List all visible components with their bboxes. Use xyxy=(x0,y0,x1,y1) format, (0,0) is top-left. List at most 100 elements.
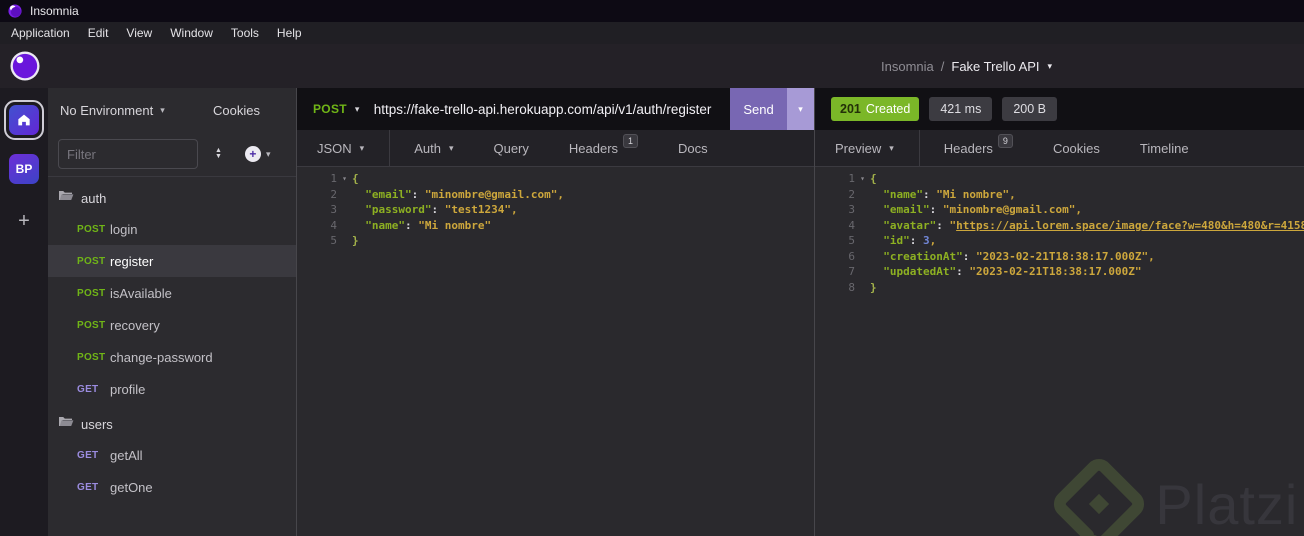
line-number: 2 xyxy=(848,187,855,201)
sort-icon[interactable]: ▲ ▼ xyxy=(215,147,222,160)
code-line: 5} xyxy=(297,233,814,249)
request-item-login[interactable]: POST login xyxy=(48,213,296,245)
code-line: 3 "email": "minombre@gmail.com", xyxy=(815,202,1304,218)
line-number: 4 xyxy=(848,218,855,232)
request-item-recovery[interactable]: POST recovery xyxy=(48,309,296,341)
fold-icon xyxy=(337,233,352,249)
method-tag: POST xyxy=(77,351,106,363)
line-number: 2 xyxy=(330,187,337,201)
folder-label: users xyxy=(81,416,113,432)
code-text: "updatedAt": "2023-02-21T18:38:17.000Z" xyxy=(883,265,1142,278)
line-number: 8 xyxy=(848,280,855,294)
fold-icon[interactable]: ▾ xyxy=(337,171,352,187)
add-workspace-button[interactable]: + xyxy=(18,210,30,233)
tab-preview[interactable]: Preview ▾ xyxy=(815,130,920,166)
environment-selector[interactable]: No Environment ▾ xyxy=(60,103,165,118)
menu-item-application[interactable]: Application xyxy=(2,22,79,44)
tab-timeline[interactable]: Timeline xyxy=(1120,130,1209,166)
send-button[interactable]: Send xyxy=(730,88,787,130)
code-line: 3 "password": "test1234", xyxy=(297,202,814,218)
code-line: 4 "name": "Mi nombre" xyxy=(297,218,814,234)
request-item-change-password[interactable]: POST change-password xyxy=(48,341,296,373)
cookies-link[interactable]: Cookies xyxy=(213,103,260,118)
home-icon xyxy=(16,112,32,128)
home-button[interactable] xyxy=(4,100,44,140)
fold-icon xyxy=(337,202,352,218)
menu-item-tools[interactable]: Tools xyxy=(222,22,268,44)
request-item-register[interactable]: POST register xyxy=(48,245,296,277)
send-options-button[interactable]: ▾ xyxy=(787,88,814,130)
response-body-viewer[interactable]: Platzi 1 ▾{2 "name": "Mi nombre", 3 "email… xyxy=(815,167,1304,536)
menu-item-view[interactable]: View xyxy=(117,22,161,44)
status-text: Created xyxy=(865,102,911,116)
code-line: 8} xyxy=(815,280,1304,296)
folder-open-icon xyxy=(58,415,74,433)
method-tag: POST xyxy=(77,319,106,331)
app-header: Insomnia / Fake Trello API ▾ xyxy=(0,44,1304,88)
menu-item-window[interactable]: Window xyxy=(161,22,222,44)
tab-label: Auth xyxy=(414,140,441,156)
watermark-text: Platzi xyxy=(1155,472,1299,536)
sidebar: No Environment ▾ Cookies ▲▼ + ▾ auth POST… xyxy=(48,88,297,536)
plus-icon: + xyxy=(244,146,261,162)
tab-label: JSON xyxy=(317,140,352,156)
filter-input[interactable] xyxy=(58,139,198,169)
tab-label: Query xyxy=(493,140,529,156)
line-number: 5 xyxy=(330,234,337,247)
request-item-getone[interactable]: GET getOne xyxy=(48,471,296,503)
request-body-editor[interactable]: 1 ▾{2 "email": "minombre@gmail.com", 3 "pa… xyxy=(297,167,814,536)
tab-headers[interactable]: Headers 1 xyxy=(549,130,658,166)
fold-icon[interactable]: ▾ xyxy=(855,171,870,187)
request-item-profile[interactable]: GET profile xyxy=(48,373,296,405)
fold-icon xyxy=(855,187,870,203)
folder-auth[interactable]: auth xyxy=(48,183,296,213)
code-line: 6 "creationAt": "2023-02-21T18:38:17.000… xyxy=(815,249,1304,265)
chevron-down-icon: ▾ xyxy=(448,142,454,153)
chevron-down-icon: ▾ xyxy=(889,142,894,153)
method-tag: GET xyxy=(77,449,99,461)
chevron-down-icon[interactable]: ▾ xyxy=(1048,61,1053,72)
platzi-logo-icon xyxy=(1053,458,1145,536)
chevron-down-icon: ▾ xyxy=(354,103,360,114)
menu-item-help[interactable]: Help xyxy=(268,22,311,44)
code-text: "email": "minombre@gmail.com", xyxy=(365,187,564,201)
create-request-button[interactable]: + ▾ xyxy=(244,146,270,162)
url-input[interactable]: https://fake-trello-api.herokuapp.com/ap… xyxy=(374,102,730,117)
method-tag: POST xyxy=(77,287,106,299)
chevron-down-icon: ▾ xyxy=(160,104,165,115)
fold-icon xyxy=(855,280,870,296)
code-line: 4 "avatar": "https://api.lorem.space/ima… xyxy=(815,218,1304,234)
code-text: "id": 3, xyxy=(883,234,937,247)
method-selector[interactable]: POST ▾ xyxy=(297,102,374,116)
menu-item-edit[interactable]: Edit xyxy=(79,22,118,44)
method-label: POST xyxy=(313,102,347,116)
folder-users[interactable]: users xyxy=(48,409,296,439)
tab-cookies[interactable]: Cookies xyxy=(1033,130,1120,166)
request-item-getall[interactable]: GET getAll xyxy=(48,439,296,471)
platzi-watermark: Platzi xyxy=(1053,458,1298,536)
tab-json[interactable]: JSON ▾ xyxy=(297,130,391,166)
request-name: isAvailable xyxy=(110,285,172,301)
method-tag: GET xyxy=(77,481,99,493)
code-line: 5 "id": 3, xyxy=(815,233,1304,249)
tab-label: Preview xyxy=(835,140,882,156)
breadcrumb-workspace[interactable]: Insomnia xyxy=(881,59,934,74)
code-text: { xyxy=(870,172,877,185)
request-panel: POST ▾ https://fake-trello-api.herokuapp… xyxy=(297,88,815,536)
response-time-badge: 421 ms xyxy=(929,97,993,121)
request-item-isavailable[interactable]: POST isAvailable xyxy=(48,277,296,309)
request-name: recovery xyxy=(110,317,160,333)
tab-headers[interactable]: Headers 9 xyxy=(924,130,1033,166)
chevron-down-icon: ▾ xyxy=(359,142,365,153)
response-status-bar: 201 Created 421 ms 200 B xyxy=(815,88,1304,130)
tab-docs[interactable]: Docs xyxy=(658,130,728,166)
tab-query[interactable]: Query xyxy=(473,130,548,166)
environment-label: No Environment xyxy=(60,102,154,118)
avatar[interactable]: BP xyxy=(9,154,39,184)
line-number: 4 xyxy=(330,218,337,232)
tab-auth[interactable]: Auth ▾ xyxy=(394,130,473,166)
method-tag: POST xyxy=(77,255,106,267)
breadcrumb-project[interactable]: Fake Trello API xyxy=(951,59,1039,74)
app-title: Insomnia xyxy=(30,4,79,18)
breadcrumb-separator: / xyxy=(940,58,945,74)
